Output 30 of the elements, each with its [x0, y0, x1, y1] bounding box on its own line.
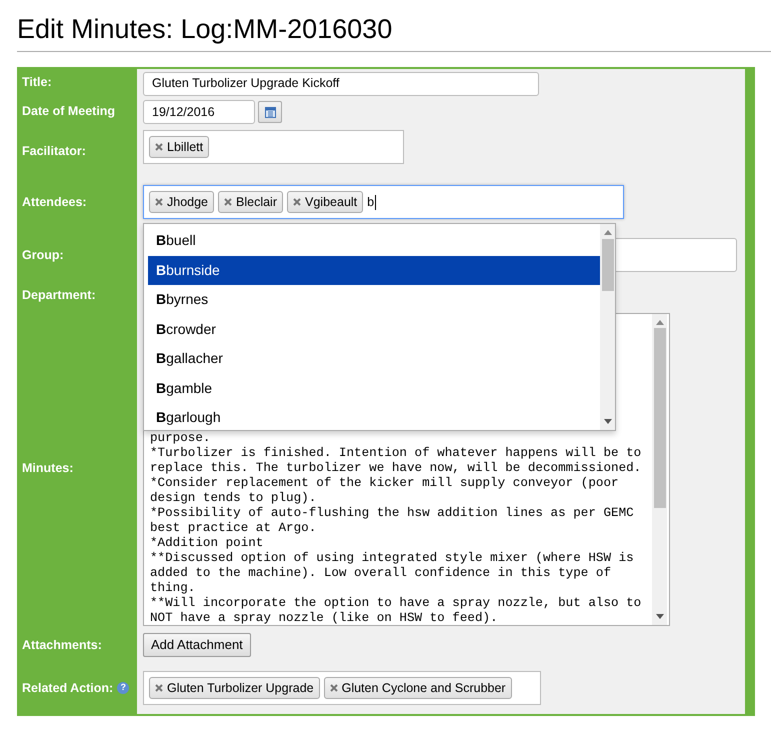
- token[interactable]: Jhodge: [149, 191, 214, 213]
- field-label: Group:: [22, 246, 64, 264]
- page-title: Edit Minutes: Log:MM-2016030: [17, 13, 394, 46]
- add-attachment-button[interactable]: Add Attachment: [143, 633, 251, 657]
- field-label: Attendees:: [22, 194, 87, 211]
- autocomplete-option[interactable]: Bgallacher: [148, 344, 600, 374]
- token[interactable]: Gluten Cyclone and Scrubber: [324, 677, 512, 699]
- minutes-text: purpose. *Turbolizer is finished. Intention of whatever happens will be to replace this. The turbolizer we have now, will be decommissioned. *Consider replacement of the kicker mill supply conveyor (poor design tends to plug). *Possibility of auto-flushing the hsw addition lines as per GEMC best practice at Argo. *Addition point **Discussed option of using integrated style mixer (where HSW is added to the machine). Low overall confidence in this type of thing. **Will incorporate the option to have a spray nozzle, but also to NOT have a spray nozzle (like on HSW to feed).: [149, 431, 642, 626]
- autocomplete-option[interactable]: Bburnside: [148, 256, 600, 285]
- date-field[interactable]: 19/12/2016: [143, 100, 255, 124]
- autocomplete-option[interactable]: Bbyrnes: [148, 285, 600, 314]
- autocomplete-option[interactable]: Bcrowder: [148, 314, 600, 344]
- typed-text: b: [367, 194, 376, 210]
- text-field[interactable]: Gluten Turbolizer Upgrade Kickoff: [143, 72, 539, 96]
- field-label: Department:: [22, 287, 96, 304]
- field-label: Related Action:: [22, 680, 114, 697]
- token[interactable]: Vgibeault: [287, 191, 364, 213]
- token[interactable]: Lbillett: [149, 136, 210, 158]
- token[interactable]: Gluten Turbolizer Upgrade: [149, 677, 320, 699]
- field-label: Attachments:: [22, 636, 102, 654]
- field-label: Date of Meeting: [22, 103, 116, 120]
- field-label: Facilitator:: [22, 142, 86, 160]
- token-field[interactable]: Gluten Turbolizer Upgrade Gluten Cyclone and Scrubber: [143, 671, 541, 705]
- field-label: Minutes:: [22, 460, 74, 477]
- token[interactable]: Bleclair: [218, 191, 284, 213]
- token-field[interactable]: Lbillett: [143, 130, 404, 164]
- autocomplete-option[interactable]: Bgarlough: [148, 403, 600, 430]
- autocomplete-option[interactable]: Bbuell: [148, 226, 600, 256]
- field-label: Title:: [22, 74, 52, 91]
- autocomplete-option[interactable]: Bgamble: [148, 374, 600, 403]
